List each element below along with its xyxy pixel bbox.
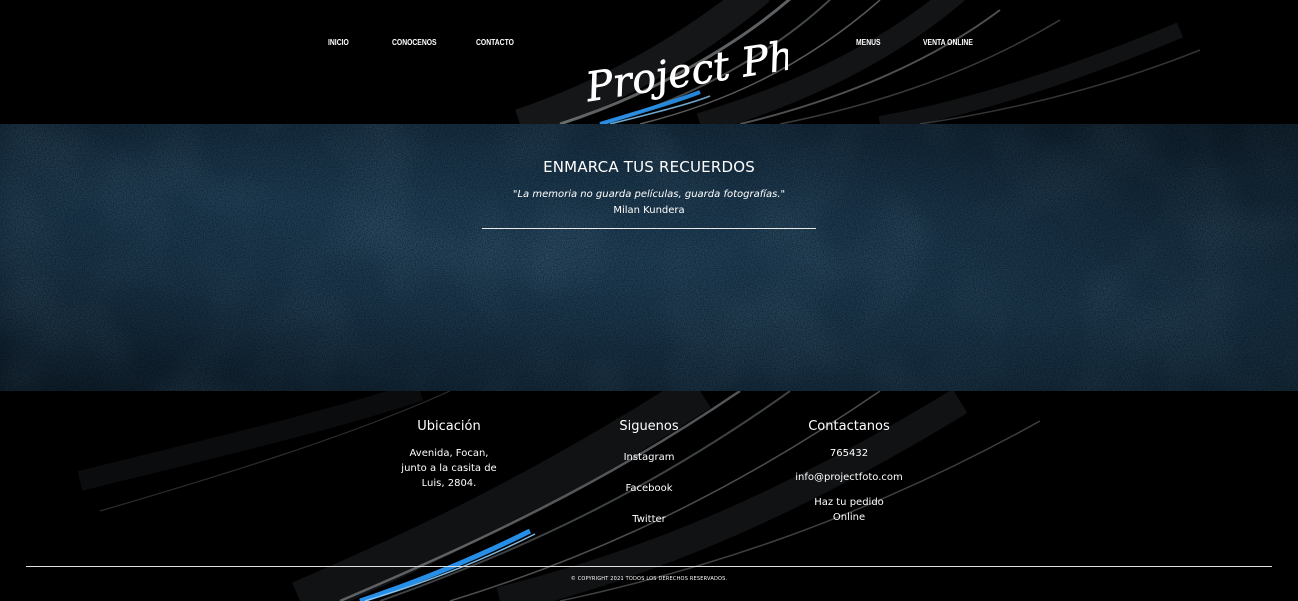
project-photo-logo[interactable]: Project Photo — [578, 20, 788, 102]
logo-text: Project Photo — [582, 23, 788, 102]
footer-location-title: Ubicación — [417, 419, 481, 434]
footer-order-online-link-line-1[interactable]: Haz tu pedido — [749, 497, 949, 508]
footer-address-line-2: junto a la casita de — [401, 463, 497, 474]
footer-address-line-3: Luis, 2804. — [421, 478, 477, 489]
footer-email-link[interactable]: info@projectfoto.com — [749, 472, 949, 483]
nav-link-venta-online[interactable]: VENTA ONLINE — [923, 38, 973, 47]
footer-address-line-1: Avenida, Focan, — [409, 448, 489, 459]
nav-link-contacto[interactable]: CONTACTO — [476, 38, 514, 47]
footer-divider — [26, 566, 1272, 567]
site-header: INICIO CONOCENOS CONTACTO MENUS VENTA ON… — [0, 0, 1298, 124]
footer-order-online-link-line-2[interactable]: Online — [749, 512, 949, 523]
hero-divider — [482, 228, 816, 229]
page: INICIO CONOCENOS CONTACTO MENUS VENTA ON… — [0, 0, 1298, 601]
footer-link-facebook[interactable]: Facebook — [549, 483, 749, 494]
copyright-text: © COPYRIGHT 2021 TODOS LOS DERECHOS RESE… — [570, 576, 728, 582]
footer-phone: 765432 — [829, 448, 869, 459]
hero-banner: ENMARCA TUS RECUERDOS "La memoria no gua… — [0, 124, 1298, 391]
footer-contact-title: Contactanos — [808, 419, 890, 434]
nav-link-conocenos[interactable]: CONOCENOS — [392, 38, 437, 47]
hero-quote-author: Milan Kundera — [613, 205, 685, 216]
nav-link-inicio[interactable]: INICIO — [328, 38, 349, 47]
nav-link-menus[interactable]: MENUS — [856, 38, 881, 47]
hero-quote: "La memoria no guarda películas, guarda … — [512, 189, 786, 200]
footer-link-twitter[interactable]: Twitter — [549, 514, 749, 525]
footer-follow-title: Siguenos — [619, 419, 679, 434]
footer-link-instagram[interactable]: Instagram — [549, 452, 749, 463]
site-footer: Ubicación Avenida, Focan, junto a la cas… — [0, 391, 1298, 601]
hero-title: ENMARCA TUS RECUERDOS — [543, 158, 755, 176]
